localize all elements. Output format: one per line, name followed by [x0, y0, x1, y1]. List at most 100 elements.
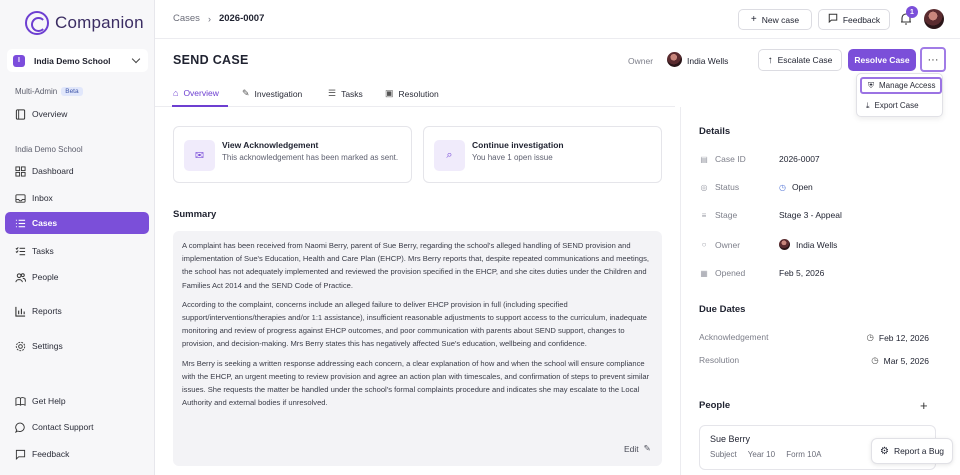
inbox-icon: [15, 193, 26, 204]
sidebar-item-get-help[interactable]: Get Help: [5, 390, 149, 412]
tab-label: Overview: [183, 88, 219, 98]
tab-investigation[interactable]: ✎ Investigation: [242, 88, 302, 99]
bug-icon: ⚙: [879, 445, 889, 457]
sidebar-item-people[interactable]: People: [5, 266, 149, 288]
school-badge: I: [13, 54, 25, 67]
escalate-case-button[interactable]: ↑ Escalate Case: [758, 49, 842, 71]
clock-icon: ◷: [871, 355, 879, 365]
report-bug-button[interactable]: ⚙ Report a Bug: [871, 438, 953, 464]
feedback-button[interactable]: Feedback: [818, 9, 890, 30]
tab-label: Resolution: [398, 88, 439, 99]
app-logo[interactable]: Companion: [25, 11, 144, 35]
sidebar-item-label: Reports: [32, 306, 62, 316]
sidebar-item-label: Overview: [32, 109, 68, 119]
more-options-button[interactable]: ···: [920, 47, 946, 72]
clock-icon: ◷: [779, 182, 786, 192]
detail-value: Feb 5, 2026: [779, 268, 825, 278]
book-icon: [15, 108, 26, 120]
sidebar-item-cases[interactable]: Cases: [5, 212, 149, 234]
tab-label: Investigation: [254, 88, 303, 99]
breadcrumb: Cases › 2026-0007: [173, 13, 264, 24]
plus-icon: +: [750, 14, 757, 25]
tab-resolution[interactable]: ▣ Resolution: [385, 88, 439, 99]
sidebar-item-settings[interactable]: Settings: [5, 335, 149, 357]
calendar-icon: ▦: [700, 268, 708, 278]
manage-access-menu-item[interactable]: ⛨ Manage Access: [860, 77, 942, 94]
sidebar-item-label: Inbox: [32, 193, 53, 203]
top-bar: Cases › 2026-0007 + New case Feedback 1: [155, 0, 960, 39]
new-case-label: New case: [761, 14, 800, 25]
id-card-icon: ▤: [700, 154, 708, 164]
school-name: India Demo School: [34, 55, 111, 66]
due-row-acknowledgement: Acknowledgement ◷ Feb 12, 2026: [699, 332, 929, 343]
search-icon: ⌕: [434, 140, 465, 171]
detail-row-status: ◎ Status ◷ Open: [699, 182, 813, 192]
list-icon: [15, 218, 26, 229]
due-key: Acknowledgement: [699, 332, 769, 342]
sidebar-item-feedback[interactable]: Feedback: [5, 443, 149, 465]
sidebar-item-overview[interactable]: Overview: [5, 103, 149, 125]
tab-overview[interactable]: ⌂ Overview: [173, 88, 219, 98]
menu-item-label: Manage Access: [879, 81, 936, 90]
escalate-label: Escalate Case: [777, 55, 833, 65]
feedback-icon: [828, 13, 838, 26]
chat-icon: [15, 422, 26, 433]
book-icon: [15, 396, 26, 407]
due-value: Feb 12, 2026: [878, 332, 929, 343]
owner-avatar: [667, 52, 682, 67]
summary-paragraph: A complaint has been received from Naomi…: [182, 241, 650, 290]
detail-key: Opened: [715, 268, 746, 278]
detail-value: India Wells: [796, 239, 838, 250]
feedback-icon: [15, 449, 26, 460]
chart-icon: [15, 306, 26, 317]
clock-icon: ◷: [866, 332, 874, 342]
sidebar-item-contact-support[interactable]: Contact Support: [5, 416, 149, 438]
card-subtitle: This acknowledgement has been marked as …: [222, 153, 399, 162]
sidebar-item-label: Dashboard: [32, 166, 74, 176]
sidebar-item-inbox[interactable]: Inbox: [5, 187, 149, 209]
summary-heading: Summary: [173, 209, 217, 220]
resolve-case-button[interactable]: Resolve Case: [848, 49, 916, 71]
user-avatar[interactable]: [924, 9, 944, 29]
owner-avatar: [779, 239, 790, 250]
breadcrumb-cases-link[interactable]: Cases: [173, 13, 200, 24]
card-title: View Acknowledgement: [222, 140, 319, 150]
summary-paragraph: According to the complaint, concerns inc…: [182, 299, 648, 349]
active-tab-indicator: [172, 105, 228, 107]
due-dates-heading: Due Dates: [699, 304, 746, 315]
sidebar-item-reports[interactable]: Reports: [5, 300, 149, 322]
sidebar-item-label: Tasks: [32, 246, 54, 256]
user-icon: ○: [701, 240, 707, 249]
owner-name[interactable]: India Wells: [687, 56, 728, 66]
detail-key: Case ID: [715, 154, 746, 164]
gear-icon: [15, 341, 26, 352]
arrow-up-icon: ↑: [767, 54, 773, 66]
mail-icon: ✉: [184, 140, 215, 171]
sidebar-item-dashboard[interactable]: Dashboard: [5, 160, 149, 182]
detail-value: Stage 3 - Appeal: [779, 210, 842, 220]
edit-summary-button[interactable]: Edit ✎: [624, 443, 651, 454]
edit-icon: ✎: [242, 88, 250, 98]
tab-tasks[interactable]: ☰ Tasks: [328, 88, 363, 99]
shield-icon: ⛨: [868, 80, 874, 90]
school-selector[interactable]: I India Demo School: [7, 49, 148, 72]
people-icon: [15, 272, 26, 283]
beta-badge: Beta: [61, 87, 83, 96]
detail-row-opened: ▦ Opened Feb 5, 2026: [699, 268, 824, 278]
people-heading: People: [699, 400, 731, 411]
new-case-button[interactable]: + New case: [738, 9, 812, 30]
add-person-button[interactable]: +: [920, 398, 928, 413]
continue-investigation-card[interactable]: ⌕ Continue investigation You have 1 open…: [423, 126, 662, 183]
due-row-resolution: Resolution ◷ Mar 5, 2026: [699, 355, 929, 366]
page-title: SEND CASE: [173, 53, 249, 67]
view-acknowledgement-card[interactable]: ✉ View Acknowledgement This acknowledgem…: [173, 126, 412, 183]
person-year: Year 10: [747, 450, 776, 459]
tasks-icon: ☰: [328, 88, 337, 98]
detail-key: Owner: [715, 239, 741, 250]
sidebar: Companion I India Demo School Multi-Admi…: [0, 0, 155, 475]
notification-badge: 1: [906, 6, 918, 18]
edit-label: Edit: [624, 443, 639, 454]
sidebar-item-label: Contact Support: [32, 422, 94, 432]
sidebar-item-label: Get Help: [32, 396, 66, 406]
sidebar-item-tasks[interactable]: Tasks: [5, 240, 149, 262]
